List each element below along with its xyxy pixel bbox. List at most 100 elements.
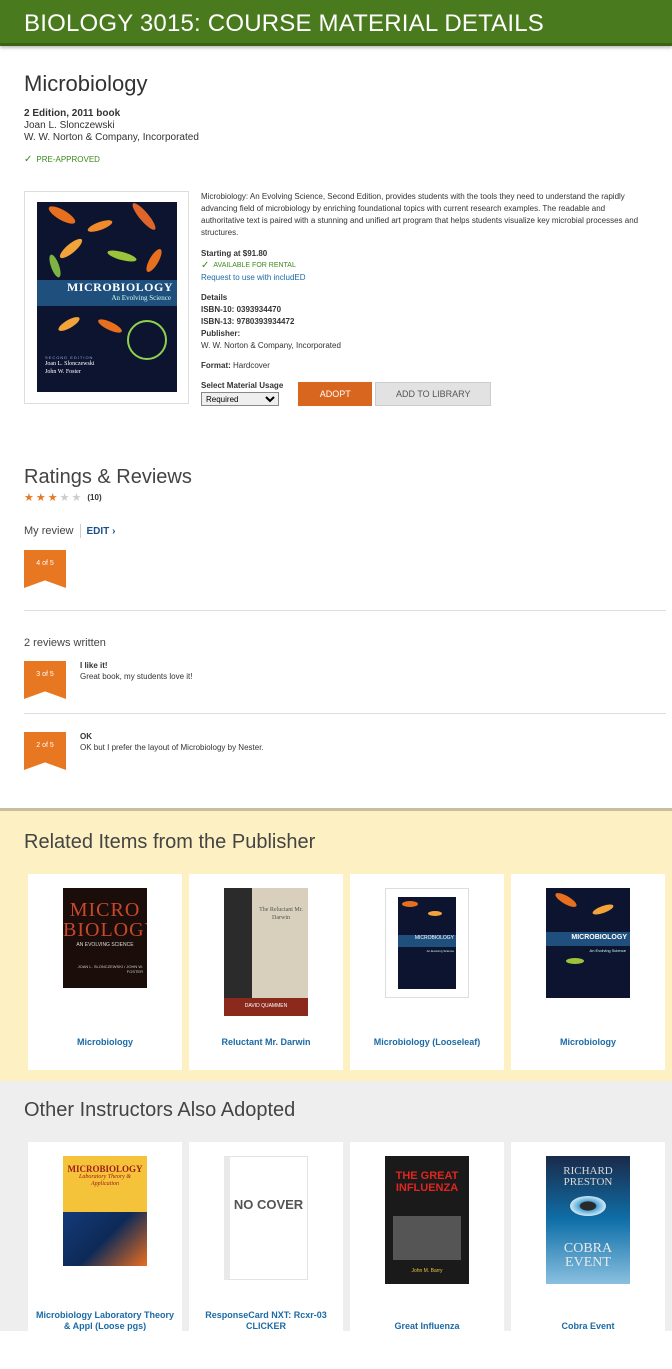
related-item-name[interactable]: Reluctant Mr. Darwin — [189, 1037, 343, 1048]
my-review-row: My review EDIT › — [24, 524, 648, 538]
my-review-label: My review — [24, 525, 74, 537]
other-card[interactable]: MICROBIOLOGY Laboratory Theory & Applica… — [28, 1142, 182, 1338]
thumb-subtitle: AN EVOLVING SCIENCE — [76, 942, 134, 948]
usage-select-wrapper: Select Material Usage Required — [201, 380, 283, 406]
star-row: ★ ★ ★ ★ ★ — [24, 491, 83, 504]
adopt-button[interactable]: ADOPT — [298, 382, 373, 406]
reviews-count: 2 reviews written — [24, 637, 106, 649]
usage-label: Select Material Usage — [201, 381, 284, 390]
cover-authors: Joan L. Slonczewski John W. Foster — [45, 360, 95, 376]
book-details: Microbiology: An Evolving Science, Secon… — [201, 191, 648, 406]
includeded-link[interactable]: Request to use with includED — [201, 272, 648, 284]
book-author: Joan L. Slonczewski — [24, 120, 115, 131]
divider — [24, 610, 666, 611]
thumb-title: RICHARD PRESTON — [563, 1165, 613, 1188]
review-item: 3 of 5 I like it! Great book, my student… — [24, 661, 648, 699]
other-instructors-panel: Other Instructors Also Adopted MICROBIOL… — [0, 1081, 672, 1338]
preapproved-status: ✓ PRE-APPROVED — [24, 154, 648, 165]
divider — [24, 713, 666, 714]
usage-select[interactable]: Required — [201, 392, 279, 406]
book-cover-image: MICROBIOLOGY An Evolving Science SECOND … — [37, 202, 177, 392]
other-item-name[interactable]: Cobra Event — [511, 1321, 665, 1332]
other-cover-thumb: NO COVER — [224, 1156, 308, 1280]
star-empty-icon: ★ — [59, 492, 70, 504]
star-filled-icon: ★ — [24, 492, 34, 504]
related-card[interactable]: MICRO BIOLOGY AN EVOLVING SCIENCE JOAN L… — [28, 874, 182, 1070]
add-to-library-button[interactable]: ADD TO LIBRARY — [375, 382, 492, 406]
thumb-title: MICROBIOLOGY — [398, 935, 456, 947]
book-detail-row: MICROBIOLOGY An Evolving Science SECOND … — [24, 191, 648, 406]
check-icon: ✓ — [201, 260, 210, 271]
related-cover-thumb: MICRO BIOLOGY AN EVOLVING SCIENCE JOAN L… — [63, 888, 147, 988]
review-item: 2 of 5 OK OK but I prefer the layout of … — [24, 732, 648, 770]
edit-review-link[interactable]: EDIT › — [87, 526, 116, 537]
my-rating-badge: 4 of 5 — [24, 550, 66, 588]
other-item-name[interactable]: ResponseCard NXT: Rcxr-03 CLICKER — [189, 1310, 343, 1332]
other-card[interactable]: THE GREAT INFLUENZA John M. Barry Great … — [350, 1142, 504, 1338]
related-items-panel: Related Items from the Publisher MICRO B… — [0, 808, 672, 1081]
no-cover-label: NO COVER — [233, 1197, 304, 1212]
isbn13: ISBN-13: 9780393934472 — [201, 317, 295, 326]
review-title: OK — [80, 732, 92, 741]
thumb-authors: JOAN L. SLONCZEWSKI / JOHN W. FOSTER — [77, 964, 143, 974]
other-card[interactable]: RICHARD PRESTON COBRA EVENT Cobra Event — [511, 1142, 665, 1338]
book-edition: 2 Edition, 2011 book — [24, 108, 121, 119]
related-cover-thumb: MICROBIOLOGY An Evolving Science — [546, 888, 630, 998]
thumb-title: THE GREAT INFLUENZA — [395, 1170, 459, 1194]
book-price: Starting at $91.80 — [201, 249, 268, 258]
rating-count[interactable]: (10) — [87, 493, 101, 502]
review-rating-badge: 2 of 5 — [24, 732, 66, 770]
publisher-value: W. W. Norton & Company, Incorporated — [201, 341, 341, 350]
book-meta: 2 Edition, 2011 book Joan L. Slonczewski… — [24, 108, 648, 144]
isbn10: ISBN-10: 0393934470 — [201, 305, 282, 314]
other-item-name[interactable]: Microbiology Laboratory Theory & Appl (L… — [28, 1310, 182, 1332]
check-icon: ✓ — [24, 154, 33, 165]
preapproved-label: PRE-APPROVED — [36, 155, 100, 164]
thumb-subtitle: COBRA EVENT — [563, 1241, 613, 1270]
cover-author-1: Joan L. Slonczewski — [45, 361, 95, 367]
publisher-label: Publisher: — [201, 329, 241, 338]
thumb-title: MICROBIOLOGY — [546, 932, 630, 946]
cover-subtitle: An Evolving Science — [111, 294, 172, 302]
other-cover-thumb: THE GREAT INFLUENZA John M. Barry — [385, 1156, 469, 1284]
star-filled-icon: ★ — [47, 492, 58, 504]
other-cards: MICROBIOLOGY Laboratory Theory & Applica… — [28, 1142, 672, 1338]
review-rating-badge: 3 of 5 — [24, 661, 66, 699]
related-cover-thumb: MICROBIOLOGY An Evolving Science — [385, 888, 469, 998]
related-card[interactable]: MICROBIOLOGY An Evolving Science Microbi… — [350, 874, 504, 1070]
format-label: Format: — [201, 361, 231, 370]
thumb-authors: John M. Barry — [411, 1268, 443, 1274]
thumb-title: MICRO BIOLOGY — [63, 899, 147, 941]
related-item-name[interactable]: Microbiology — [511, 1037, 665, 1048]
other-item-name[interactable]: Great Influenza — [350, 1321, 504, 1332]
review-text: OK but I prefer the layout of Microbiolo… — [80, 743, 264, 752]
rental-label: AVAILABLE FOR RENTAL — [213, 262, 296, 269]
thumb-subtitle: Laboratory Theory & Application — [78, 1174, 131, 1187]
other-card[interactable]: NO COVER ResponseCard NXT: Rcxr-03 CLICK… — [189, 1142, 343, 1338]
related-item-name[interactable]: Microbiology (Looseleaf) — [350, 1037, 504, 1048]
rental-status: ✓ AVAILABLE FOR RENTAL — [201, 260, 648, 272]
cover-author-2: John W. Foster — [45, 369, 81, 375]
other-title: Other Instructors Also Adopted — [24, 1099, 296, 1121]
review-title: I like it! — [80, 661, 108, 670]
separator — [79, 524, 81, 538]
cover-title: MICROBIOLOGY — [66, 280, 173, 294]
details-label: Details — [201, 293, 228, 302]
book-cover-frame: MICROBIOLOGY An Evolving Science SECOND … — [24, 191, 189, 404]
related-card[interactable]: The Reluctant Mr. Darwin DAVID QUAMMEN R… — [189, 874, 343, 1070]
thumb-title: The Reluctant Mr. Darwin — [259, 907, 303, 921]
thumb-subtitle: An Evolving Science — [426, 949, 454, 953]
page-title: BIOLOGY 3015: COURSE MATERIAL DETAILS — [24, 10, 545, 37]
review-text: Great book, my students love it! — [80, 672, 193, 681]
ratings-title: Ratings & Reviews — [24, 466, 192, 488]
format-value: Hardcover — [233, 361, 270, 370]
usage-row: Select Material Usage Required ADOPT ADD… — [201, 380, 648, 406]
thumb-subtitle: An Evolving Science — [589, 948, 626, 953]
book-title: Microbiology — [24, 71, 148, 96]
star-empty-icon: ★ — [71, 492, 82, 504]
rating-stars: ★ ★ ★ ★ ★ (10) — [24, 491, 648, 504]
book-publisher: W. W. Norton & Company, Incorporated — [24, 132, 199, 143]
related-card[interactable]: MICROBIOLOGY An Evolving Science Microbi… — [511, 874, 665, 1070]
related-item-name[interactable]: Microbiology — [28, 1037, 182, 1048]
book-description: Microbiology: An Evolving Science, Secon… — [201, 192, 639, 237]
